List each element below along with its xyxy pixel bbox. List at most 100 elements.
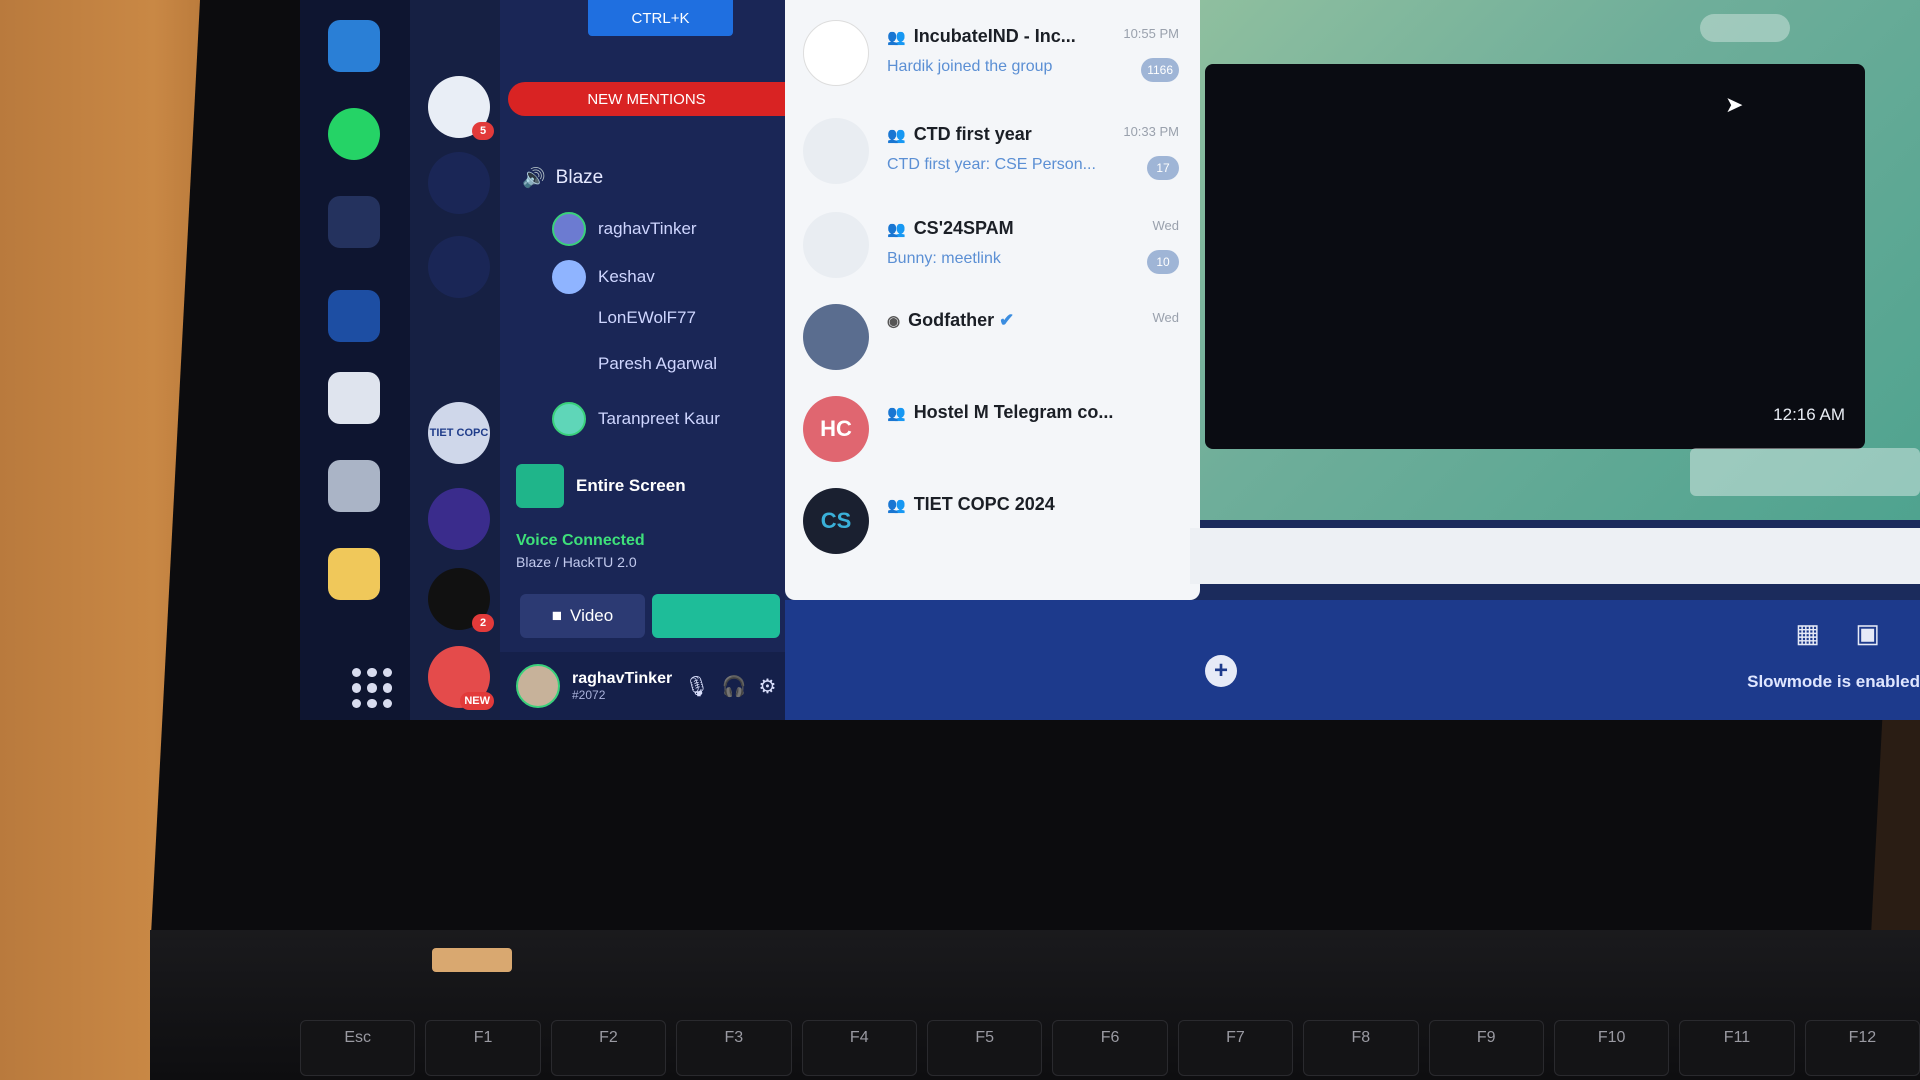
member-name: raghavTinker <box>598 219 697 238</box>
app-grid-icon[interactable] <box>352 668 392 708</box>
pulse-app-icon[interactable] <box>328 290 380 342</box>
vscode-icon[interactable] <box>328 20 380 72</box>
member-name: Paresh Agarwal <box>598 354 718 373</box>
voice-member[interactable]: Paresh Agarwal <box>552 354 717 374</box>
unread-badge: 17 <box>1147 156 1179 180</box>
video-button[interactable]: ■ Video <box>520 594 645 638</box>
group-icon: 👥 <box>887 127 906 144</box>
avatar <box>552 402 586 436</box>
member-name: Taranpreet Kaur <box>598 409 720 428</box>
voice-member[interactable]: raghavTinker <box>552 212 697 246</box>
voice-member[interactable]: Keshav <box>552 260 655 294</box>
system-dock <box>300 0 410 720</box>
server-label: TIET COPC <box>429 427 489 439</box>
avatar <box>803 20 869 86</box>
chat-preview: CTD first year: CSE Person... <box>887 156 1096 173</box>
key-f6[interactable]: F6 <box>1052 1020 1168 1076</box>
camera-icon: ■ <box>551 606 563 625</box>
reply-bar[interactable] <box>1690 448 1920 496</box>
chat-item[interactable]: ◉ Godfather ✔ Wed <box>785 292 1200 382</box>
video-label: Video <box>570 606 614 625</box>
key-f4[interactable]: F4 <box>801 1020 917 1076</box>
user-tag: #2072 <box>572 688 606 702</box>
voice-status[interactable]: Voice Connected <box>516 532 645 550</box>
server-tiet-icon[interactable]: TIET COPC <box>428 402 490 464</box>
plus-icon[interactable]: + <box>1205 655 1237 687</box>
voice-member[interactable]: LonEWolF77 <box>552 308 696 328</box>
image-viewer-icon[interactable] <box>328 460 380 512</box>
user-panel: raghavTinker #2072 🎙 🎧 ⚙ <box>500 652 785 720</box>
microphone-icon[interactable]: 🎙 <box>684 674 709 699</box>
key-f10[interactable]: F10 <box>1553 1020 1670 1076</box>
key-f1[interactable]: F1 <box>425 1020 541 1076</box>
unread-badge: 10 <box>1147 250 1179 274</box>
share-label: Entire Screen <box>576 476 686 495</box>
slowmode-notice: Slowmode is enabled <box>1747 672 1920 691</box>
function-key-row: Esc F1 F2 F3 F4 F5 F6 F7 F8 F9 F10 F11 F… <box>300 1020 1920 1080</box>
server-new-badge: NEW <box>460 692 494 710</box>
chat-title: 👥 IncubateIND - Inc... <box>887 26 1076 46</box>
unread-badge: 1166 <box>1141 58 1179 82</box>
mouse-cursor-icon: ➤ <box>1725 92 1744 117</box>
chat-item[interactable]: 👥 IncubateIND - Inc... 10:55 PM Hardik jo… <box>785 8 1200 98</box>
screen-thumbnail-icon <box>516 464 564 508</box>
video-message[interactable]: ➤ 12:16 AM <box>1205 64 1865 449</box>
key-esc[interactable]: Esc <box>300 1020 416 1076</box>
chat-item[interactable]: 👥 CS'24SPAM Wed Bunny: meetlink 10 <box>785 200 1200 290</box>
key-f9[interactable]: F9 <box>1428 1020 1544 1076</box>
server-icon[interactable] <box>428 488 490 550</box>
voice-channel-blaze[interactable]: 🔊 Blaze <box>522 166 603 190</box>
server-icon[interactable] <box>428 152 490 214</box>
screen-share-preview[interactable]: Entire Screen <box>516 460 776 512</box>
server-badge: 2 <box>472 614 494 632</box>
key-f8[interactable]: F8 <box>1303 1020 1419 1076</box>
chat-item[interactable]: HC 👥 Hostel M Telegram co... <box>785 384 1200 474</box>
server-icon[interactable]: 5 <box>428 76 494 140</box>
avatar <box>803 304 869 370</box>
group-icon: 👥 <box>887 29 906 46</box>
settings-icon[interactable]: ⚙ <box>759 674 777 699</box>
telegram-message-input[interactable] <box>1190 528 1920 584</box>
chat-item[interactable]: 👥 CTD first year 10:33 PM CTD first year:… <box>785 106 1200 196</box>
avatar <box>552 212 586 246</box>
files-icon[interactable] <box>328 372 380 424</box>
chat-preview: Hardik joined the group <box>887 58 1053 75</box>
message-input-bar: + ▦ ▣ Slowmode is enabled <box>785 600 1920 720</box>
new-mentions-button[interactable]: NEW MENTIONS <box>508 82 785 116</box>
quick-switcher-hint[interactable]: CTRL+K <box>588 0 733 36</box>
chat-time: 10:55 PM <box>1123 26 1179 41</box>
chat-item[interactable]: CS 👥 TIET COPC 2024 <box>785 476 1200 566</box>
headphones-icon[interactable]: 🎧 <box>722 674 747 699</box>
gift-icon[interactable]: ▦ <box>1795 618 1820 649</box>
key-f5[interactable]: F5 <box>926 1020 1043 1076</box>
key-f11[interactable]: F11 <box>1679 1020 1795 1076</box>
key-f7[interactable]: F7 <box>1177 1020 1294 1076</box>
notes-icon[interactable] <box>328 548 380 600</box>
gif-icon[interactable]: ▣ <box>1855 618 1880 649</box>
chat-title: 👥 CS'24SPAM <box>887 218 1014 238</box>
chat-title: 👥 Hostel M Telegram co... <box>887 402 1114 422</box>
voice-member[interactable]: Taranpreet Kaur <box>552 402 720 436</box>
screen-share-button[interactable] <box>652 594 780 638</box>
server-icon[interactable]: 2 <box>428 568 494 632</box>
key-f12[interactable]: F12 <box>1804 1020 1920 1076</box>
app-icon[interactable] <box>328 196 380 248</box>
avatar[interactable] <box>516 664 560 708</box>
whatsapp-icon[interactable] <box>328 108 380 160</box>
chat-header-button[interactable] <box>1700 14 1790 42</box>
voice-location: Blaze / HackTU 2.0 <box>516 554 637 570</box>
voice-channel-name: Blaze <box>555 167 604 188</box>
key-f2[interactable]: F2 <box>550 1020 667 1076</box>
key-f3[interactable]: F3 <box>676 1020 792 1076</box>
chat-time: 10:33 PM <box>1123 124 1179 139</box>
status-led <box>432 948 512 972</box>
chat-time: Wed <box>1152 218 1180 233</box>
channel-sidebar: CTRL+K NEW MENTIONS 🔊 Blaze raghavTinker… <box>500 0 785 720</box>
server-icon[interactable]: NEW <box>428 646 494 710</box>
avatar: HC <box>803 396 869 462</box>
avatar <box>552 260 586 294</box>
google-server-icon[interactable] <box>428 236 490 298</box>
chat-title: 👥 CTD first year <box>887 124 1032 144</box>
verified-icon: ✔ <box>999 310 1015 330</box>
chat-title: ◉ Godfather ✔ <box>887 310 1015 330</box>
